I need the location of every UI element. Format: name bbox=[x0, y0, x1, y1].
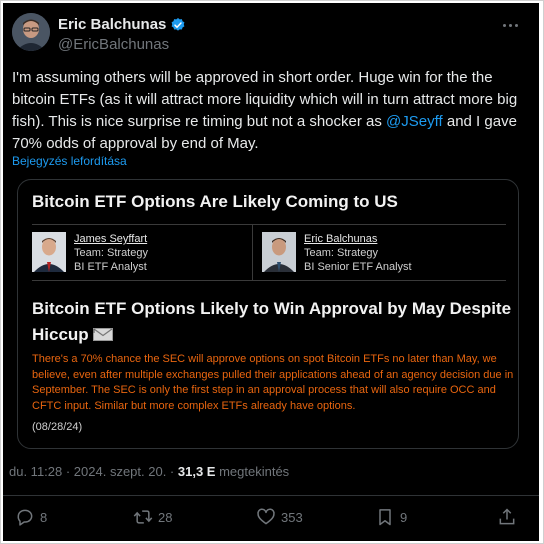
like-count: 353 bbox=[281, 509, 303, 525]
reply-count: 8 bbox=[40, 509, 48, 525]
repost-icon bbox=[133, 510, 153, 524]
bookmark-icon bbox=[379, 509, 391, 526]
mail-icon bbox=[92, 323, 113, 349]
card-author-role: BI Senior ETF Analyst bbox=[304, 261, 412, 273]
card-body-text: There's a 70% chance the SEC will approv… bbox=[32, 353, 514, 412]
more-options-button[interactable] bbox=[499, 17, 521, 33]
author-name[interactable]: Eric Balchunas bbox=[58, 16, 186, 33]
avatar[interactable] bbox=[12, 13, 50, 51]
card-author: James Seyffart Team: Strategy BI ETF Ana… bbox=[32, 230, 242, 274]
card-divider bbox=[32, 280, 506, 281]
tweet-meta: du. 11:28 · 2024. szept. 20. · 31,3 E me… bbox=[9, 464, 289, 479]
author-handle[interactable]: @EricBalchunas bbox=[58, 36, 169, 53]
author-photo bbox=[262, 232, 296, 272]
reply-button[interactable]: 8 bbox=[15, 507, 47, 527]
tweet-text: I'm assuming others will be approved in … bbox=[12, 67, 532, 155]
card-divider bbox=[32, 224, 506, 225]
card-headline: Bitcoin ETF Options Are Likely Coming to… bbox=[32, 192, 398, 211]
more-dot-icon bbox=[514, 23, 518, 27]
author-photo bbox=[32, 232, 66, 272]
translate-link[interactable]: Bejegyzés lefordítása bbox=[12, 154, 127, 168]
mention-link[interactable]: @JSeyff bbox=[386, 113, 443, 130]
card-date: (08/28/24) bbox=[32, 421, 83, 433]
card-author-name: Eric Balchunas bbox=[304, 233, 378, 245]
repost-button[interactable]: 28 bbox=[133, 507, 172, 527]
screenshot-frame: Eric Balchunas @EricBalchunas I'm assumi… bbox=[0, 0, 544, 544]
repost-count: 28 bbox=[158, 509, 173, 525]
card-subhead: Bitcoin ETF Options Likely to Win Approv… bbox=[32, 296, 512, 349]
card-vertical-divider bbox=[252, 224, 253, 280]
like-button[interactable]: 353 bbox=[256, 507, 303, 527]
actions-divider bbox=[3, 495, 539, 496]
bookmark-button[interactable]: 9 bbox=[375, 507, 407, 527]
card-author-team: Team: Strategy bbox=[304, 247, 378, 259]
author-name-label: Eric Balchunas bbox=[58, 16, 167, 33]
action-bar: 8 28 353 9 bbox=[3, 507, 539, 531]
card-author-team: Team: Strategy bbox=[74, 247, 148, 259]
view-count: 31,3 E bbox=[177, 464, 216, 479]
timestamp[interactable]: du. 11:28 · 2024. szept. 20. · bbox=[9, 464, 178, 479]
tweet: Eric Balchunas @EricBalchunas I'm assumi… bbox=[3, 3, 539, 541]
view-count-label: megtekintés bbox=[215, 464, 290, 479]
bookmark-count: 9 bbox=[400, 509, 408, 525]
verified-badge-icon bbox=[171, 17, 185, 31]
card-author-name: James Seyffart bbox=[74, 233, 148, 245]
attached-image-card[interactable]: Bitcoin ETF Options Are Likely Coming to… bbox=[17, 179, 519, 449]
card-author-role: BI ETF Analyst bbox=[74, 261, 147, 273]
share-button[interactable] bbox=[497, 507, 517, 527]
reply-icon bbox=[17, 509, 33, 526]
more-dot-icon bbox=[508, 23, 512, 27]
share-icon bbox=[499, 508, 515, 525]
card-author: Eric Balchunas Team: Strategy BI Senior … bbox=[262, 230, 492, 274]
more-dot-icon bbox=[502, 23, 506, 27]
heart-icon bbox=[257, 508, 275, 525]
